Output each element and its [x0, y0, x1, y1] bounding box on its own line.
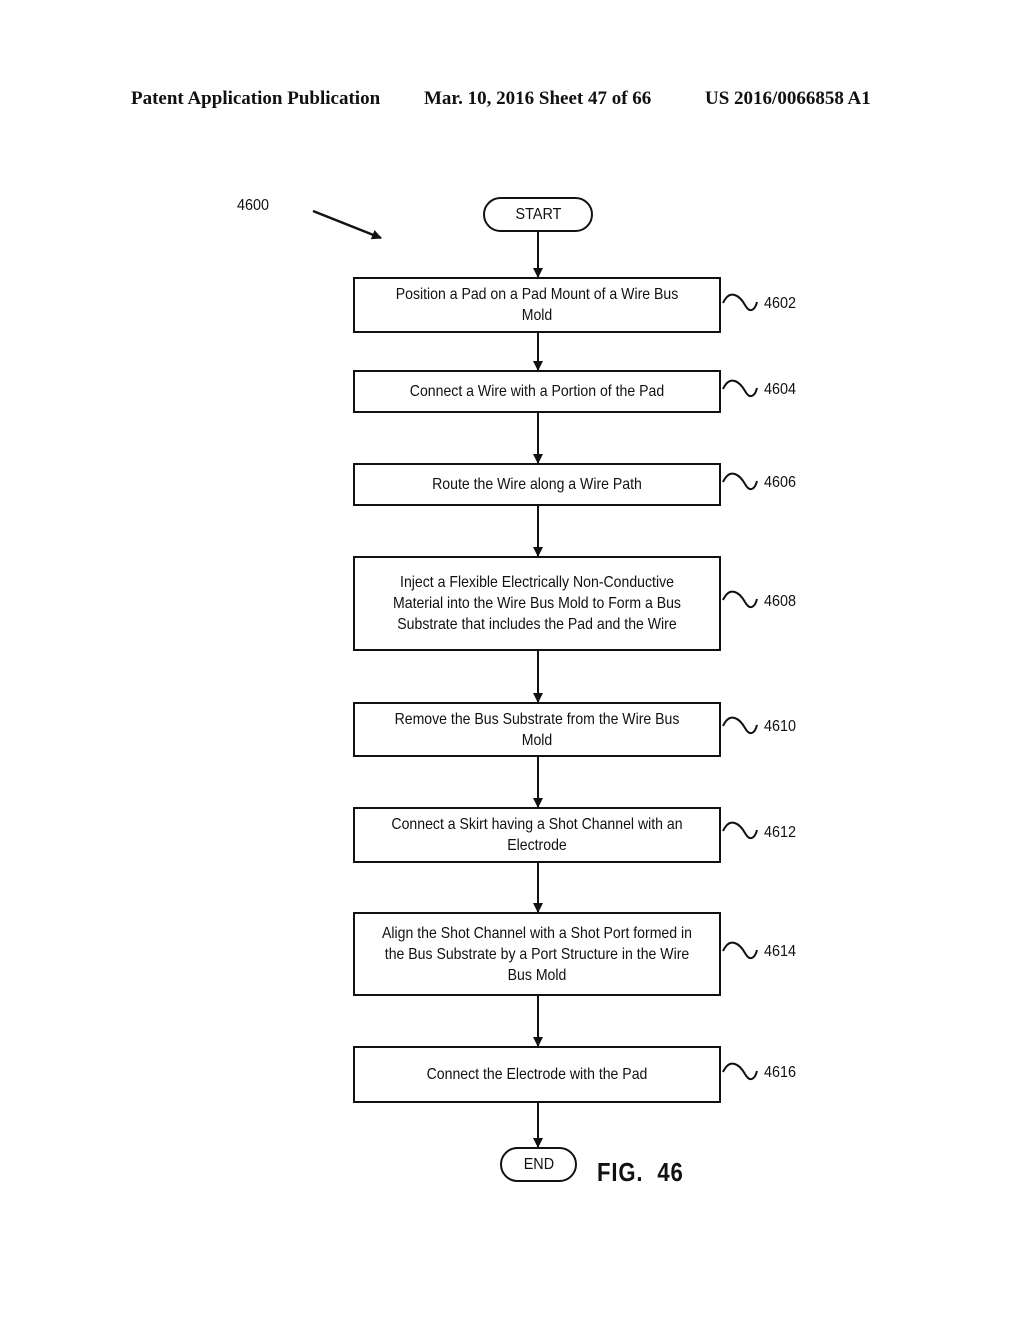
step-number-4604: 4604 — [764, 381, 797, 398]
step-box-4608: Inject a Flexible Electrically Non-Condu… — [353, 556, 721, 651]
leader-squiggle-4614 — [722, 941, 758, 960]
step-number-4606: 4606 — [764, 474, 797, 491]
end-label: END — [523, 1155, 554, 1173]
leader-squiggle-4604 — [722, 379, 758, 398]
step-number-4602: 4602 — [764, 295, 797, 312]
leader-squiggle-4612 — [722, 821, 758, 840]
step-number-4610: 4610 — [764, 718, 797, 735]
step-number-4612: 4612 — [764, 824, 797, 841]
step-number-4614: 4614 — [764, 943, 797, 960]
leader-squiggle-4608 — [722, 590, 758, 609]
step-text: Connect the Electrode with the Pad — [426, 1066, 648, 1083]
step-text: Inject a Flexible Electrically Non-Condu… — [393, 574, 681, 633]
figure-caption: FIG. 46 — [597, 1157, 684, 1187]
step-box-4602: Position a Pad on a Pad Mount of a Wire … — [353, 277, 721, 333]
step-text: Connect a Skirt having a Shot Channel wi… — [391, 816, 683, 854]
step-text: Route the Wire along a Wire Path — [432, 476, 642, 493]
start-terminal: START — [483, 197, 593, 232]
leader-squiggle-4606 — [722, 472, 758, 491]
step-number-4616: 4616 — [764, 1064, 797, 1081]
step-box-4616: Connect the Electrode with the Pad — [353, 1046, 721, 1103]
step-box-4610: Remove the Bus Substrate from the Wire B… — [353, 702, 721, 757]
reference-arrow — [312, 209, 382, 240]
step-text: Remove the Bus Substrate from the Wire B… — [394, 710, 680, 749]
start-label: START — [515, 205, 561, 223]
step-number-4608: 4608 — [764, 593, 797, 610]
step-text: Connect a Wire with a Portion of the Pad — [409, 383, 665, 400]
step-text: Position a Pad on a Pad Mount of a Wire … — [395, 286, 679, 324]
step-box-4606: Route the Wire along a Wire Path — [353, 463, 721, 506]
step-box-4612: Connect a Skirt having a Shot Channel wi… — [353, 807, 721, 863]
leader-squiggle-4610 — [722, 716, 758, 735]
end-terminal: END — [500, 1147, 577, 1182]
leader-squiggle-4602 — [722, 293, 758, 312]
step-text: Align the Shot Channel with a Shot Port … — [382, 924, 692, 984]
step-box-4604: Connect a Wire with a Portion of the Pad — [353, 370, 721, 413]
leader-squiggle-4616 — [722, 1062, 758, 1081]
step-box-4614: Align the Shot Channel with a Shot Port … — [353, 912, 721, 996]
figure-reference-number: 4600 — [237, 197, 270, 214]
